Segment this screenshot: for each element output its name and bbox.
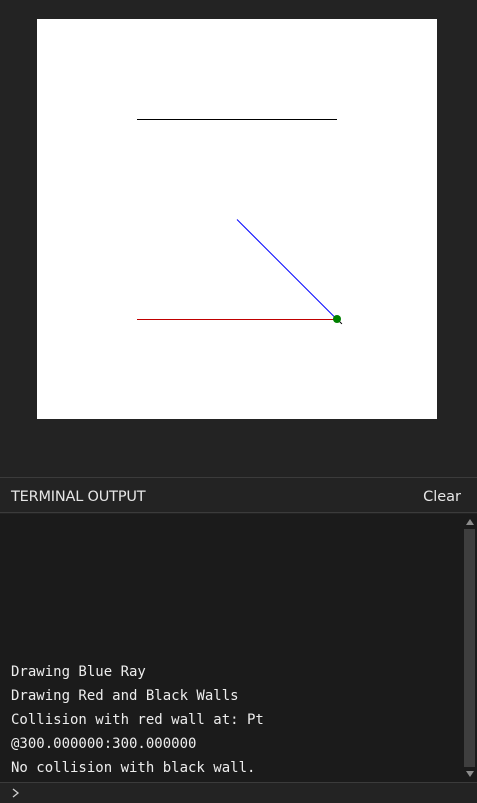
- terminal-scrollbar[interactable]: [462, 514, 477, 782]
- scroll-thumb[interactable]: [464, 529, 475, 767]
- blue-ray-line: [236, 219, 338, 320]
- panel-divider[interactable]: [0, 477, 477, 478]
- terminal-input[interactable]: [26, 784, 466, 801]
- terminal-line: Drawing Blue Ray: [11, 664, 146, 680]
- terminal-header: TERMINAL OUTPUT Clear: [0, 485, 477, 513]
- terminal-line: @300.000000:300.000000: [11, 736, 197, 752]
- terminal-output: Drawing Blue Ray Drawing Red and Black W…: [0, 514, 477, 782]
- terminal-title: TERMINAL OUTPUT: [11, 489, 146, 505]
- canvas-area: [0, 0, 477, 477]
- scroll-down-arrow-icon[interactable]: [466, 771, 474, 777]
- chevron-right-icon: [12, 788, 20, 798]
- terminal-line: Collision with red wall at: Pt: [11, 712, 264, 728]
- terminal-lines: Drawing Blue Ray Drawing Red and Black W…: [11, 660, 264, 780]
- scene-svg: [137, 119, 343, 325]
- drawing-canvas: [37, 19, 437, 419]
- scroll-up-arrow-icon[interactable]: [466, 519, 474, 525]
- terminal-line: Drawing Red and Black Walls: [11, 688, 239, 704]
- terminal-line: No collision with black wall.: [11, 760, 256, 776]
- terminal-input-bar: [0, 782, 477, 803]
- app-window: TERMINAL OUTPUT Clear Drawing Blue Ray D…: [0, 0, 477, 803]
- clear-button[interactable]: Clear: [423, 489, 461, 505]
- collision-point-marker: [333, 315, 341, 323]
